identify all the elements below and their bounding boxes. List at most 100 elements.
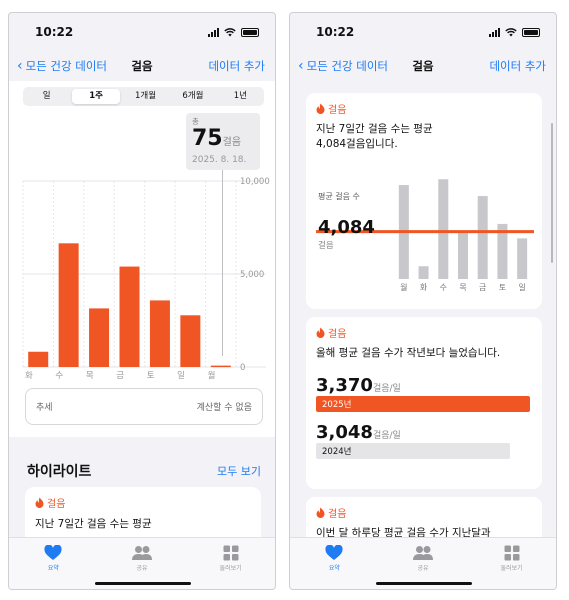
grid-icon xyxy=(504,545,520,561)
callout-date: 2025. 8. 18. xyxy=(192,155,247,165)
show-all-link[interactable]: 모두 보기 xyxy=(217,463,261,479)
bar-목 xyxy=(89,308,110,367)
bar-수 xyxy=(58,243,79,367)
callout-value-row: 75걸음 xyxy=(192,127,254,155)
status-icons xyxy=(489,27,540,37)
chevron-left-icon: ‹ xyxy=(298,58,304,74)
current-year-value: 3,370 xyxy=(316,375,373,396)
x-tick-label: 목 xyxy=(459,283,466,292)
card-text: 이번 달 하루당 평균 걸음 수가 지난달과 xyxy=(316,527,491,537)
highlights-content: 걸음 지난 7일간 걸음 수는 평균 4,084걸음입니다. 월화수목금토일 평… xyxy=(290,81,556,537)
bar-월 xyxy=(210,365,231,368)
monthly-steps-card[interactable]: 걸음 이번 달 하루당 평균 걸음 수가 지난달과 xyxy=(306,497,542,537)
x-tick-label: 화 xyxy=(420,283,428,292)
card-category: 걸음 xyxy=(35,495,251,510)
x-tick-label: 토 xyxy=(499,283,506,292)
callout-unit: 걸음 xyxy=(222,137,242,148)
tab-share-label: 공유 xyxy=(136,565,148,572)
y-tick-label: 10,000 xyxy=(240,177,270,187)
bar-금 xyxy=(477,196,488,279)
highlight-card[interactable]: 걸음 지난 7일간 걸음 수는 평균 xyxy=(25,487,261,537)
back-button[interactable]: ‹ 모든 건강 데이터 xyxy=(17,58,107,74)
chart-panel: 일 1주 1개월 6개월 1년 10,000 5,000 0 화 수 목 금 토 일 월 총 75… xyxy=(9,81,275,437)
flame-icon xyxy=(35,497,44,508)
battery-icon xyxy=(241,27,259,37)
y-tick-label: 5,000 xyxy=(240,270,264,280)
chevron-left-icon: ‹ xyxy=(17,58,23,74)
add-data-button[interactable]: 데이터 추가 xyxy=(489,58,546,74)
tab-summary[interactable]: 요약 xyxy=(290,538,379,589)
heart-icon xyxy=(325,545,343,560)
tab-summary-label: 요약 xyxy=(47,565,59,572)
tab-bar: 요약 공유 둘러보기 xyxy=(9,537,275,589)
previous-year-value-row: 3,048걸음/일 xyxy=(316,422,532,443)
card-category-label: 걸음 xyxy=(328,329,347,340)
year-comparison-card[interactable]: 걸음 올해 평균 걸음 수가 작년보다 늘었습니다. 3,370걸음/일 202… xyxy=(306,317,542,489)
x-tick-label: 수 xyxy=(55,371,63,381)
grid-icon xyxy=(223,545,239,561)
tab-summary-label: 요약 xyxy=(328,565,340,572)
x-tick-label: 수 xyxy=(440,283,447,292)
bar-화 xyxy=(28,351,49,367)
average-steps-card[interactable]: 걸음 지난 7일간 걸음 수는 평균 4,084걸음입니다. 월화수목금토일 평… xyxy=(306,93,542,309)
card-category-label: 걸음 xyxy=(47,499,66,510)
nav-bar: ‹ 모든 건강 데이터 걸음 데이터 추가 xyxy=(290,51,556,81)
wifi-icon xyxy=(505,27,517,36)
previous-year-label: 2024년 xyxy=(322,447,352,457)
x-tick-label: 화 xyxy=(25,371,33,381)
people-icon xyxy=(132,546,152,560)
trend-row[interactable]: 추세 계산할 수 없음 xyxy=(25,388,263,425)
card-category-label: 걸음 xyxy=(328,509,347,520)
x-tick-label: 토 xyxy=(147,371,155,381)
back-button[interactable]: ‹ 모든 건강 데이터 xyxy=(298,58,388,74)
card-category: 걸음 xyxy=(316,505,532,520)
bar-일 xyxy=(517,238,528,279)
x-tick-label: 목 xyxy=(86,371,94,381)
bar-일 xyxy=(180,315,201,367)
signal-icon xyxy=(208,27,219,37)
add-data-button[interactable]: 데이터 추가 xyxy=(208,58,265,74)
signal-icon xyxy=(489,27,500,37)
bar-토 xyxy=(149,300,170,367)
status-time: 10:22 xyxy=(316,25,355,39)
card-text: 지난 7일간 걸음 수는 평균 xyxy=(35,518,152,530)
tab-browse-label: 둘러보기 xyxy=(500,565,523,572)
phone-screen-right: 10:22 ‹ 모든 건강 데이터 걸음 데이터 추가 걸음 지난 7일간 걸음… xyxy=(289,12,557,590)
x-tick-label: 월 xyxy=(400,282,407,292)
trend-value: 계산할 수 없음 xyxy=(196,403,252,413)
home-indicator xyxy=(95,582,191,585)
bar-화 xyxy=(418,266,429,279)
x-tick-label: 금 xyxy=(116,371,124,381)
highlights-title: 하이라이트 xyxy=(27,464,92,480)
tab-browse[interactable]: 둘러보기 xyxy=(467,538,556,589)
status-bar: 10:22 xyxy=(290,13,556,51)
x-tick-label: 일 xyxy=(518,283,525,292)
back-label: 모든 건강 데이터 xyxy=(306,59,388,73)
tab-summary[interactable]: 요약 xyxy=(9,538,98,589)
scrollbar[interactable] xyxy=(551,123,553,263)
tab-browse[interactable]: 둘러보기 xyxy=(186,538,275,589)
phone-screen-left: 10:22 ‹ 모든 건강 데이터 걸음 데이터 추가 일 1주 1개월 6개월… xyxy=(8,12,276,590)
previous-year-bar: 2024년 xyxy=(316,443,510,459)
comparison-row-current: 3,370걸음/일 2025년 xyxy=(316,375,532,412)
x-tick-label: 월 xyxy=(208,370,216,381)
previous-year-value: 3,048 xyxy=(316,422,373,443)
tab-bar: 요약 공유 둘러보기 xyxy=(290,537,556,589)
card-category: 걸음 xyxy=(316,325,532,340)
previous-year-unit: 걸음/일 xyxy=(372,431,401,441)
flame-icon xyxy=(316,507,325,518)
tab-share-label: 공유 xyxy=(417,565,429,572)
average-value: 4,084 xyxy=(318,217,375,238)
x-tick-label: 금 xyxy=(479,283,486,292)
card-text: 올해 평균 걸음 수가 작년보다 늘었습니다. xyxy=(316,347,501,359)
battery-icon xyxy=(522,27,540,37)
main-content: 일 1주 1개월 6개월 1년 10,000 5,000 0 화 수 목 금 토 일 월 총 75… xyxy=(9,81,275,537)
status-bar: 10:22 xyxy=(9,13,275,51)
bar-금 xyxy=(119,266,140,367)
callout-value: 75 xyxy=(192,126,223,151)
current-year-value-row: 3,370걸음/일 xyxy=(316,375,532,396)
current-year-unit: 걸음/일 xyxy=(372,384,401,394)
flame-icon xyxy=(316,327,325,338)
status-icons xyxy=(208,27,259,37)
back-label: 모든 건강 데이터 xyxy=(25,59,107,73)
